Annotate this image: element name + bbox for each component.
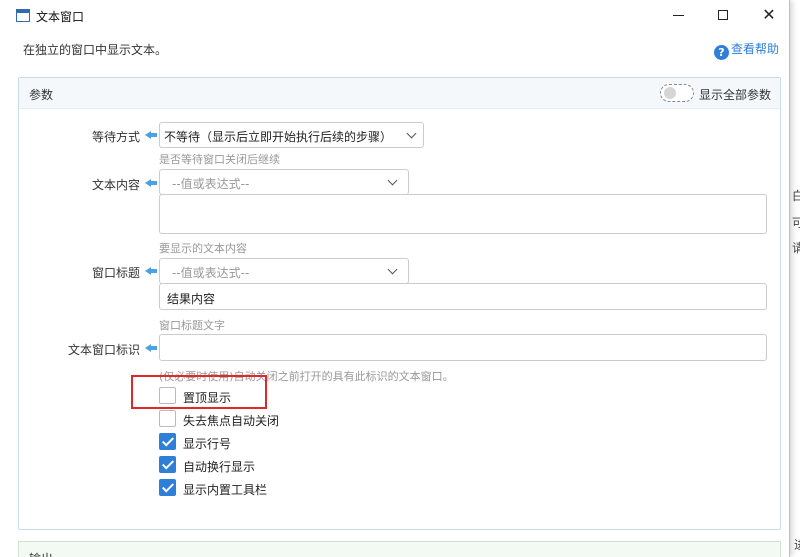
maximize-button[interactable] <box>700 0 746 30</box>
text-window-dialog: 文本窗口 ✕ 在独立的窗口中显示文本。 ? 查看帮助 参数 显示全部参数 等待方式… <box>0 0 790 557</box>
word-wrap-checkbox[interactable] <box>159 456 176 473</box>
window-description: 在独立的窗口中显示文本。 <box>23 43 168 57</box>
background-text: 进 <box>794 536 800 553</box>
background-text: 白 <box>792 189 800 203</box>
wait-mode-value: 不等待（显示后立即开始执行后续的步骤） <box>164 130 393 144</box>
show-line-numbers-checkbox[interactable] <box>159 433 176 450</box>
window-title-hint: 窗口标题文字 <box>159 319 225 332</box>
show-all-params-label: 显示全部参数 <box>699 88 772 102</box>
help-link[interactable]: ? 查看帮助 <box>713 40 779 60</box>
help-icon: ? <box>713 45 729 60</box>
background-text: 可 <box>792 216 800 230</box>
text-content-mode-select[interactable]: --值或表达式-- <box>159 169 409 195</box>
window-title-value: 结果内容 <box>167 292 216 306</box>
window-title-bind-arrow-icon[interactable] <box>145 266 157 276</box>
window-id-label: 文本窗口标识 <box>67 343 140 357</box>
window-app-icon <box>16 9 30 22</box>
maximize-icon <box>718 10 728 20</box>
wait-mode-select[interactable]: 不等待（显示后立即开始执行后续的步骤） <box>159 122 424 148</box>
text-content-label: 文本内容 <box>91 178 140 192</box>
window-title-label: 窗口标题 <box>91 266 140 280</box>
window-id-bind-arrow-icon[interactable] <box>145 343 157 353</box>
title-bar[interactable]: 文本窗口 ✕ <box>0 0 790 32</box>
window-title-mode-value: --值或表达式-- <box>172 266 250 280</box>
window-title: 文本窗口 <box>36 10 85 24</box>
close-button[interactable]: ✕ <box>746 0 792 30</box>
params-panel-header: 参数 显示全部参数 <box>19 78 780 109</box>
chevron-down-icon <box>387 175 398 186</box>
wait-mode-hint: 是否等待窗口关闭后继续 <box>159 153 280 166</box>
auto-close-on-blur-checkbox[interactable] <box>159 410 176 427</box>
minimize-button[interactable] <box>655 0 701 30</box>
text-content-mode-value: --值或表达式-- <box>172 177 250 191</box>
chevron-down-icon <box>387 264 398 275</box>
auto-close-on-blur-label[interactable]: 失去焦点自动关闭 <box>183 412 279 429</box>
text-content-hint: 要显示的文本内容 <box>159 242 247 255</box>
background-text: 请 <box>792 241 800 255</box>
close-icon: ✕ <box>762 5 776 24</box>
window-title-mode-select[interactable]: --值或表达式-- <box>159 258 409 284</box>
text-content-bind-arrow-icon[interactable] <box>145 178 157 188</box>
minimize-icon <box>672 14 684 16</box>
wait-mode-bind-arrow-icon[interactable] <box>145 130 157 140</box>
text-content-input[interactable] <box>159 194 767 234</box>
annotation-highlight-box <box>131 375 267 409</box>
window-id-input[interactable] <box>159 334 767 361</box>
window-title-input[interactable]: 结果内容 <box>159 283 767 310</box>
word-wrap-label[interactable]: 自动换行显示 <box>183 458 255 475</box>
output-panel-title: 输出 <box>29 550 53 557</box>
params-panel-title: 参数 <box>29 88 54 102</box>
help-label: 查看帮助 <box>730 42 779 56</box>
show-line-numbers-label[interactable]: 显示行号 <box>183 435 231 452</box>
output-panel: 输出 <box>18 541 781 557</box>
wait-mode-label: 等待方式 <box>91 130 140 144</box>
show-all-params-toggle[interactable] <box>660 84 694 102</box>
show-toolbar-checkbox[interactable] <box>159 479 176 496</box>
show-toolbar-label[interactable]: 显示内置工具栏 <box>183 481 267 498</box>
chevron-down-icon <box>406 128 417 139</box>
